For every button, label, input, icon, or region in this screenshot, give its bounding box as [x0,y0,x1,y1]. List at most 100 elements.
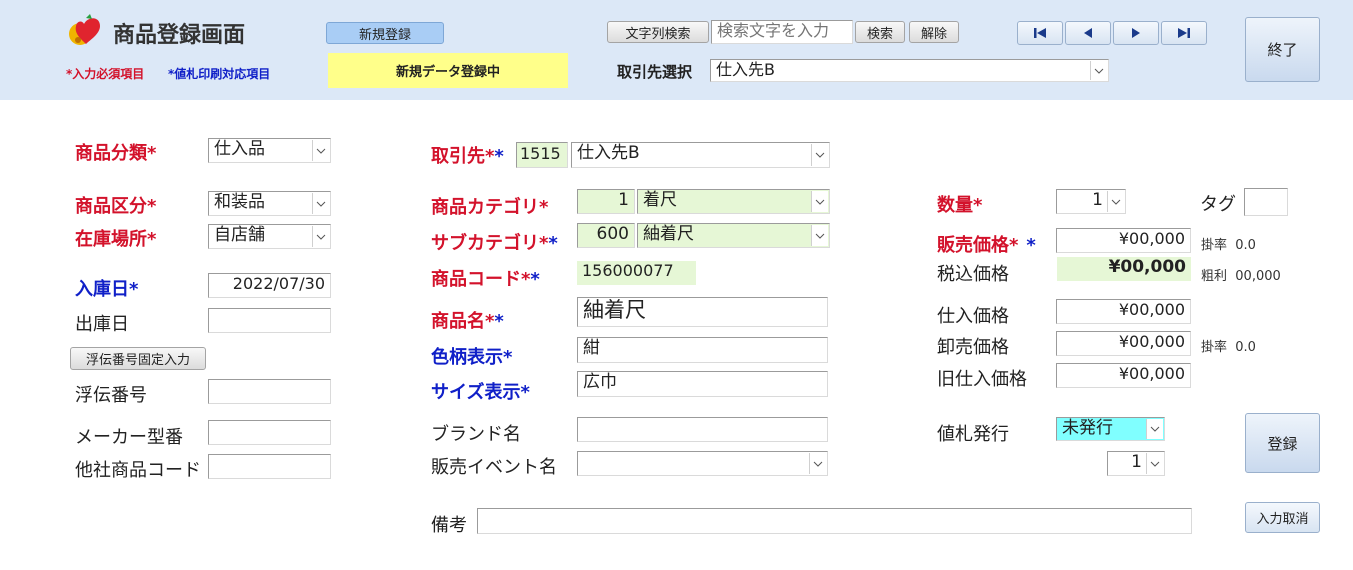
supplier-code-field[interactable]: 1515 [516,142,568,168]
other-code-field[interactable] [208,454,331,479]
cost-price-label: 仕入価格 [937,306,1009,327]
tag-issue-select[interactable]: 未発行 [1056,417,1165,441]
legend-price-tag: *値札印刷対応項目 [168,67,271,81]
quantity-label: 数量* [937,195,983,216]
location-select[interactable]: 自店舗 [208,224,331,249]
voucher-fixed-button[interactable]: 浮伝番号固定入力 [70,347,206,370]
search-exec-button[interactable]: 検索 [855,21,905,43]
page-title: 商品登録画面 [113,23,246,48]
tag-label: タグ [1200,194,1236,215]
chevron-down-icon [811,225,828,246]
kubun-select[interactable]: 和装品 [208,191,331,216]
sale-price-field[interactable]: ¥00,000 [1056,228,1191,253]
status-badge: 新規データ登録中 [328,53,568,88]
tag-issue-value: 未発行 [1062,418,1113,438]
supplier-select-value: 仕入先B [716,60,775,79]
supplier-name-value: 仕入先B [577,143,640,163]
supplier-label: 取引先** [431,146,504,167]
shipping-date-field[interactable] [208,308,331,333]
maker-model-field[interactable] [208,420,331,445]
subcategory-name-value: 紬着尺 [643,224,694,244]
kubun-value: 和装品 [214,192,265,212]
other-code-label: 他社商品コード [75,460,201,481]
prev-record-button[interactable] [1065,21,1111,45]
chevron-down-icon [312,193,329,214]
wholesale-rate: 掛率 0.0 [1201,340,1256,355]
cancel-input-button[interactable]: 入力取消 [1245,502,1320,533]
wholesale-price-label: 卸売価格 [937,337,1009,358]
next-icon [1132,28,1140,38]
cost-price-field[interactable]: ¥00,000 [1056,299,1191,324]
product-name-field[interactable]: 紬着尺 [577,297,828,327]
search-input[interactable] [711,20,853,44]
chevron-down-icon [809,453,826,474]
event-select[interactable] [577,451,828,476]
gross-profit: 粗利 00,000 [1201,269,1281,284]
new-register-button[interactable]: 新規登録 [326,22,444,44]
maker-model-label: メーカー型番 [75,427,183,448]
color-label: 色柄表示* [431,347,513,368]
tag-field[interactable] [1244,188,1288,216]
chevron-down-icon [811,144,828,166]
subcategory-name-select[interactable]: 紬着尺 [637,223,830,248]
next-record-button[interactable] [1113,21,1159,45]
color-field[interactable]: 紺 [577,337,828,363]
voucher-field[interactable] [208,379,331,404]
location-label: 在庫場所* [75,229,157,250]
tax-price-field: ¥00,000 [1057,257,1191,281]
prev-icon [1084,28,1092,38]
search-clear-button[interactable]: 解除 [909,21,959,43]
event-label: 販売イベント名 [431,457,557,478]
first-record-button[interactable] [1017,21,1063,45]
location-value: 自店舗 [214,225,265,245]
product-code-field[interactable]: 156000077 [577,261,696,285]
size-label: サイズ表示* [431,382,530,403]
category-name-select[interactable]: 着尺 [637,189,830,214]
wholesale-price-field[interactable]: ¥00,000 [1056,331,1191,356]
brand-field[interactable] [577,417,828,442]
exit-button[interactable]: 終了 [1245,17,1320,82]
subcategory-code-field[interactable]: 600 [577,223,635,248]
chevron-down-icon [312,226,329,247]
first-icon [1034,28,1046,38]
chevron-down-icon [1146,453,1163,474]
header-bar [0,0,1353,100]
old-cost-label: 旧仕入価格 [937,369,1027,390]
category-value: 仕入品 [214,139,265,159]
tag-count-value: 1 [1131,452,1142,472]
kubun-label: 商品区分* [75,196,157,217]
size-field[interactable]: 広巾 [577,371,828,397]
memo-label: 備考 [431,515,467,536]
arrival-date-field[interactable]: 2022/07/30 [208,273,331,298]
brand-label: ブランド名 [431,424,521,445]
quantity-value: 1 [1092,190,1103,210]
tag-count-select[interactable]: 1 [1107,451,1165,476]
app-logo-icon [64,10,106,52]
string-search-button[interactable]: 文字列検索 [607,21,709,43]
chevron-down-icon [1146,419,1163,439]
last-record-button[interactable] [1161,21,1207,45]
category-select[interactable]: 仕入品 [208,138,331,163]
tag-issue-label: 値札発行 [937,424,1009,445]
chevron-down-icon [811,191,828,212]
memo-field[interactable] [477,508,1192,534]
tax-price-label: 税込価格 [937,264,1009,285]
chevron-down-icon [312,140,329,161]
legend-required: *入力必須項目 [66,67,145,81]
chevron-down-icon [1090,61,1107,80]
supplier-name-select[interactable]: 仕入先B [571,142,830,168]
last-icon [1178,28,1190,38]
old-cost-field[interactable]: ¥00,000 [1056,363,1191,388]
subcategory-label: サブカテゴリ** [431,233,558,254]
supplier-select[interactable]: 仕入先B [710,59,1109,82]
chevron-down-icon [1107,191,1124,212]
register-button[interactable]: 登録 [1245,413,1320,473]
supplier-select-label: 取引先選択 [617,63,693,81]
category-name-value: 着尺 [643,190,677,210]
category-code-field[interactable]: 1 [577,189,635,214]
product-name-label: 商品名** [431,311,504,332]
voucher-label: 浮伝番号 [75,385,147,406]
shipping-date-label: 出庫日 [75,314,129,335]
product-code-label: 商品コード** [431,269,540,290]
quantity-select[interactable]: 1 [1056,189,1126,214]
